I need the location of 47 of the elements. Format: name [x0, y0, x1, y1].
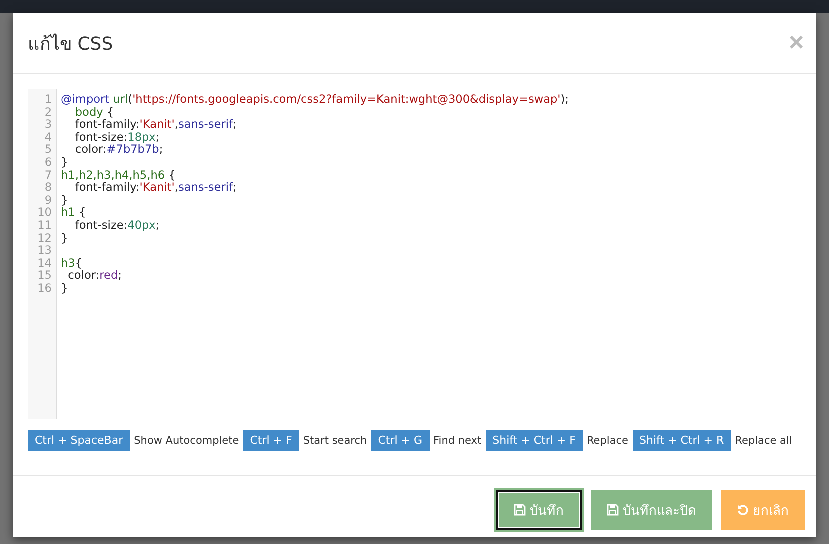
code-line: body { — [74, 106, 114, 119]
code-line: h1,h2,h3,h4,h5,h6 { — [61, 170, 176, 182]
shortcut-description: Replace — [586, 434, 629, 446]
code-line: } — [61, 232, 68, 246]
line-number: 15 — [38, 270, 53, 283]
line-number: 5 — [44, 144, 53, 157]
code-line: } — [61, 282, 68, 296]
shortcut-key: Shift + Ctrl + F — [486, 430, 583, 451]
line-number: 11 — [38, 220, 53, 233]
shortcut-key: Ctrl + SpaceBar — [28, 430, 130, 451]
line-number: 12 — [38, 232, 53, 246]
shortcut-description: Find next — [434, 434, 482, 446]
cancel-button[interactable]: ยกเลิก — [721, 490, 805, 530]
save-button[interactable]: บันทึก — [496, 490, 582, 530]
code-line: font-size:18px; — [74, 132, 160, 144]
shortcut-description: Replace all — [735, 434, 792, 446]
line-number: 4 — [44, 132, 53, 144]
code-line: font-family:'Kanit',sans-serif; — [74, 182, 237, 195]
line-number: 10 — [38, 207, 53, 220]
line-number: 7 — [44, 170, 53, 182]
line-number: 3 — [44, 119, 53, 132]
dialog-title: แก้ไข CSS — [28, 32, 114, 56]
close-button[interactable]: × — [788, 26, 804, 60]
code-line: h3{ — [61, 258, 83, 270]
code-line: h1 { — [61, 207, 86, 220]
code-line: } — [61, 156, 68, 170]
line-number: 2 — [44, 106, 53, 120]
save-button[interactable]: บันทึกและปิด — [591, 490, 712, 530]
code-line: color:#7b7b7b; — [74, 144, 164, 157]
line-number: 16 — [38, 282, 53, 296]
line-number: 6 — [44, 156, 53, 170]
shortcut-key: Ctrl + G — [371, 430, 430, 451]
code-line: font-family:'Kanit',sans-serif; — [74, 119, 237, 132]
line-number: 14 — [38, 258, 53, 270]
line-number: 13 — [38, 245, 53, 258]
line-number: 1 — [44, 94, 53, 107]
line-number: 8 — [44, 182, 53, 195]
code-line: @import url('https://fonts.googleapis.com/css2?family=Kanit:wght@300&display=swap'); — [61, 94, 569, 107]
undo-icon — [737, 504, 749, 516]
code-line: font-size:40px; — [74, 220, 160, 233]
shortcut-description: Show Autocomplete — [134, 434, 240, 446]
shortcut-key: Ctrl + F — [243, 430, 300, 451]
shortcut-key: Shift + Ctrl + R — [632, 430, 732, 451]
code-line: color:red; — [67, 270, 122, 283]
code-line: } — [61, 194, 68, 207]
line-number: 9 — [44, 194, 53, 208]
shortcut-description: Start search — [303, 434, 368, 446]
